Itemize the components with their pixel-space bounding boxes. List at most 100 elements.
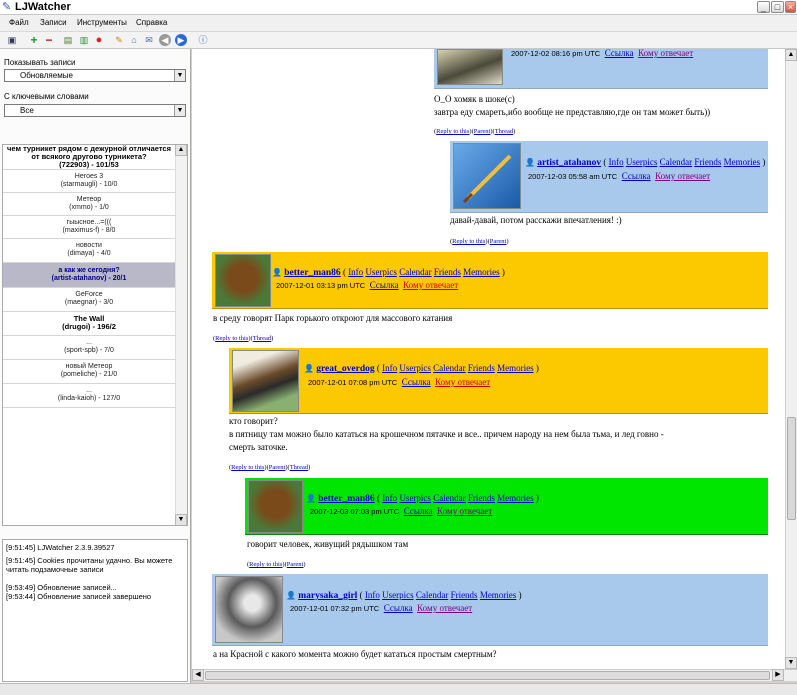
chevron-down-icon[interactable]: ▼ [174,105,185,116]
userpics-link[interactable]: Userpics [365,267,397,277]
list-item[interactable]: гыысное...=((((maximus-f) - 8/0 [3,216,175,239]
calendar-link[interactable]: Calendar [433,493,465,503]
menu-records[interactable]: Записи [40,18,67,27]
comment-link[interactable]: Ссылка [370,280,399,290]
scroll-up-icon[interactable]: ▲ [785,49,797,61]
userpics-link[interactable]: Userpics [399,363,431,373]
username-link[interactable]: great_overdog [316,364,374,374]
userpics-link[interactable]: Userpics [382,590,414,600]
thread-link[interactable]: Thread [495,128,513,135]
reply-to-this-link[interactable]: Reply to this [249,561,282,568]
memories-link[interactable]: Memories [724,157,761,167]
username-link[interactable]: better_man86 [318,494,374,504]
thread-link[interactable]: Thread [253,335,271,342]
list-item[interactable]: новый Метеор (pomeliche) - 21/0 [3,360,175,384]
list-item[interactable]: Heroes 3 (starmaugli) - 10/0 [3,170,175,193]
show-records-select[interactable]: Обновляемые ▼ [4,69,186,82]
friends-link[interactable]: Friends [694,157,721,167]
keywords-select[interactable]: Все ▼ [4,104,186,117]
info-link[interactable]: Info [348,267,363,277]
scroll-thumb[interactable] [787,417,796,520]
close-button[interactable]: × [785,1,796,13]
list-scrollbar[interactable]: ▲ ▼ [175,145,187,525]
friends-link[interactable]: Friends [468,493,495,503]
menu-file[interactable]: Файл [9,18,29,27]
calendar-link[interactable]: Calendar [433,363,465,373]
mail-icon[interactable]: ✉ [143,34,155,46]
maximize-button[interactable]: □ [771,1,784,13]
scroll-down-icon[interactable]: ▼ [785,657,797,669]
reply-to-link[interactable]: Кому отвечает [437,506,492,516]
scroll-left-icon[interactable]: ◀ [192,669,204,681]
userpics-link[interactable]: Userpics [399,493,431,503]
info-link[interactable]: Info [609,157,624,167]
reply-to-link[interactable]: Кому отвечает [417,603,472,613]
list-item[interactable]: новости (dimaya) - 4/0 [3,239,175,263]
stop-icon[interactable]: ● [93,34,105,46]
reply-to-link[interactable]: Кому отвечает [435,377,490,387]
scroll-up-icon[interactable]: ▲ [175,145,187,156]
vertical-scrollbar[interactable]: ▲ ▼ [785,49,797,669]
info-icon[interactable]: ⓘ [197,34,209,46]
menu-help[interactable]: Справка [136,18,167,27]
username-link[interactable]: better_man86 [284,268,340,278]
reply-to-link[interactable]: Кому отвечает [655,171,710,181]
forward-icon[interactable]: ▶ [175,34,187,46]
folder-icon[interactable]: ⌂ [128,34,140,46]
memories-link[interactable]: Memories [497,493,534,503]
page-green-icon[interactable]: ▥ [78,34,90,46]
info-link[interactable]: Info [365,590,380,600]
info-link[interactable]: Info [382,493,397,503]
calendar-link[interactable]: Calendar [660,157,692,167]
comment-link[interactable]: Ссылка [605,49,634,58]
reply-to-this-link[interactable]: Reply to this [436,128,469,135]
comment-link[interactable]: Ссылка [622,171,651,181]
list-item[interactable]: The Wall (drugoi) - 196/2 [3,312,175,336]
friends-link[interactable]: Friends [434,267,461,277]
scroll-thumb[interactable] [205,671,770,680]
reply-to-link[interactable]: Кому отвечает [403,280,458,290]
save-icon[interactable]: ▣ [6,34,18,46]
horizontal-scrollbar[interactable]: ◀ ▶ [192,669,797,681]
parent-link[interactable]: Parent [474,128,491,135]
add-icon[interactable]: + [28,34,40,46]
edit-icon[interactable]: ✎ [113,34,125,46]
reply-to-this-link[interactable]: Reply to this [231,464,264,471]
posts-list[interactable]: чем турникет рядом с дежурной отличается… [2,144,188,526]
comment-link[interactable]: Ссылка [402,377,431,387]
memories-link[interactable]: Memories [480,590,517,600]
list-item[interactable]: Метеор (xmmo) - 1/0 [3,193,175,216]
list-item[interactable]: ... (sport-spb) - 7/0 [3,336,175,360]
list-item-selected[interactable]: а как же сегодня? (artist-atahanov) - 20/… [3,263,175,288]
friends-link[interactable]: Friends [468,363,495,373]
list-item[interactable]: чем турникет рядом с дежурной отличается… [3,145,175,170]
reply-to-this-link[interactable]: Reply to this [215,335,248,342]
calendar-link[interactable]: Calendar [399,267,431,277]
comment-link[interactable]: Ссылка [384,603,413,613]
info-link[interactable]: Info [382,363,397,373]
reply-to-this-link[interactable]: Reply to this [452,238,485,245]
thread-link[interactable]: Thread [290,464,308,471]
memories-link[interactable]: Memories [497,363,534,373]
list-item[interactable]: ... (linda-kaioh) - 127/0 [3,384,175,408]
friends-link[interactable]: Friends [451,590,478,600]
calendar-link[interactable]: Calendar [416,590,448,600]
chevron-down-icon[interactable]: ▼ [174,70,185,81]
minimize-button[interactable]: _ [757,1,770,13]
userpics-link[interactable]: Userpics [626,157,658,167]
remove-icon[interactable]: − [43,34,55,46]
parent-link[interactable]: Parent [287,561,304,568]
memories-link[interactable]: Memories [463,267,500,277]
username-link[interactable]: marysaka_girl [298,591,357,601]
username-link[interactable]: artist_atahanov [537,158,601,168]
reply-to-link[interactable]: Кому отвечает [638,49,693,58]
scroll-right-icon[interactable]: ▶ [772,669,784,681]
parent-link[interactable]: Parent [490,238,507,245]
parent-link[interactable]: Parent [269,464,286,471]
menu-tools[interactable]: Инструменты [77,18,127,27]
list-item[interactable]: GeForce (maegnar) - 3/0 [3,288,175,312]
back-icon[interactable]: ◀ [159,34,171,46]
page-icon[interactable]: ▤ [62,34,74,46]
scroll-down-icon[interactable]: ▼ [175,514,187,525]
comment-link[interactable]: Ссылка [404,506,433,516]
